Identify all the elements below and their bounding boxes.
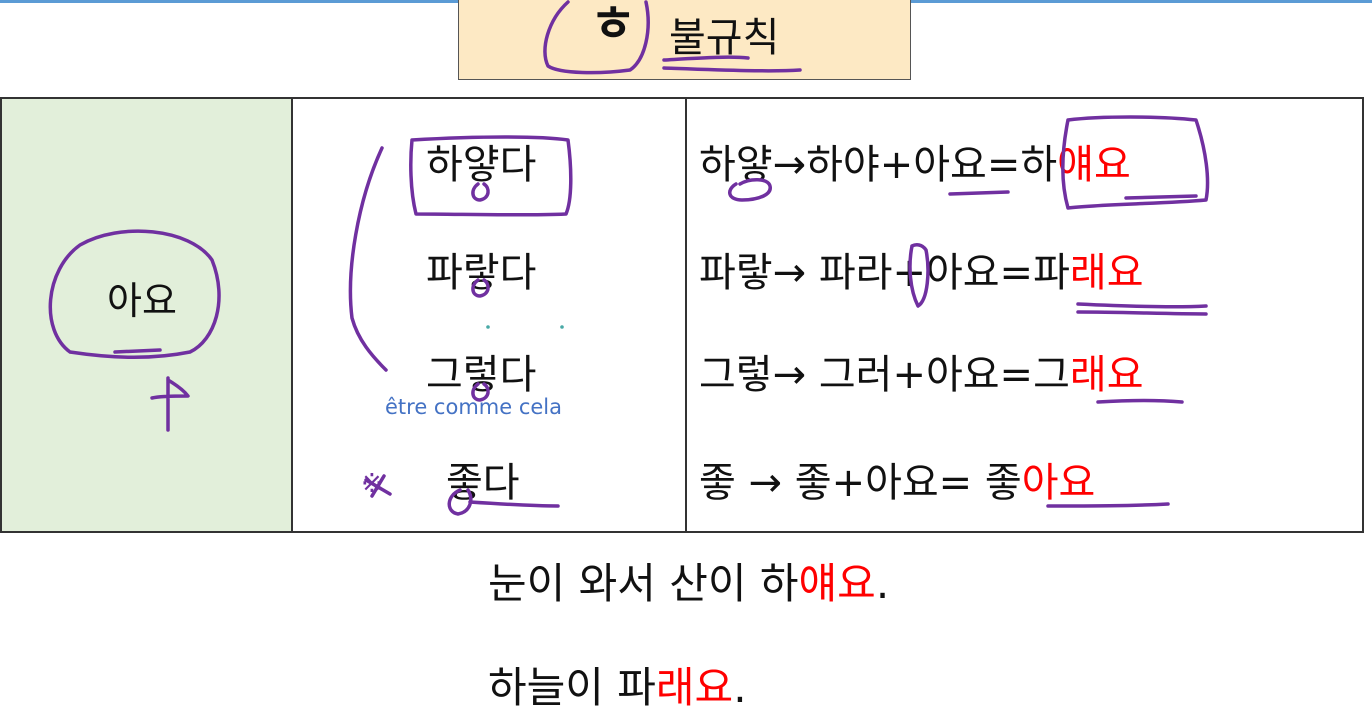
conversion-result-plain: 좋 (984, 460, 1022, 506)
conversion-step: 그러+아요= (818, 352, 1034, 398)
sentence-end: . (733, 663, 747, 712)
word-1: 하얗다 (426, 142, 537, 188)
sentence-end: . (875, 559, 890, 608)
conversion-row-1: 하얗→하야+아요=하얘요 (699, 139, 1131, 191)
sentence-plain: 눈이 와서 산이 하 (488, 559, 799, 608)
conversion-arrow: → (772, 250, 819, 296)
conversion-arrow: → (772, 352, 819, 398)
exception-mark: ※ (361, 469, 383, 499)
word-2: 파랗다 (426, 250, 537, 296)
conjugation-table: 아요 하얗다 파랗다 그렇다 être comme cela ※ 좋다 하얗→하… (0, 97, 1364, 533)
words-column: 하얗다 파랗다 그렇다 être comme cela ※ 좋다 (293, 99, 687, 531)
title-box: ㅎ 불규칙 (458, 0, 911, 80)
conversion-row-3: 그렇→ 그러+아요=그래요 (699, 349, 1144, 401)
ending-label: 아요 (107, 279, 177, 323)
conversion-result-plain: 파 (1033, 250, 1070, 296)
conversion-arrow: → (735, 460, 795, 506)
conversion-result-red: 얘요 (1057, 142, 1131, 188)
sentence-red: 얘요 (798, 559, 876, 608)
translation-note: être comme cela (385, 395, 562, 419)
sentence-red: 래요 (655, 663, 734, 712)
conversion-stem: 좋 (699, 460, 736, 506)
conversion-step: 좋+아요= (794, 460, 985, 506)
conversion-step: 하야+아요= (806, 142, 1021, 188)
title-text: 불규칙 (669, 15, 780, 61)
ending-column: 아요 (2, 99, 293, 531)
conversion-result-red: 아요 (1021, 460, 1096, 506)
conversion-result-red: 래요 (1069, 250, 1144, 296)
example-sentence-1: 눈이 와서 산이 하얘요. (488, 556, 889, 612)
conversion-stem: 하얗 (699, 142, 773, 188)
conversion-result-plain: 그 (1033, 352, 1070, 398)
conversion-stem: 파랗 (699, 250, 773, 296)
conversion-arrow: → (772, 142, 807, 188)
conversion-result-plain: 하 (1020, 142, 1058, 188)
conversion-step: 파라+아요= (818, 250, 1034, 296)
title-hieut: ㅎ (590, 0, 636, 53)
conversion-row-2: 파랗→ 파라+아요=파래요 (699, 247, 1144, 299)
conversion-row-4: 좋 → 좋+아요= 좋아요 (699, 457, 1095, 509)
example-sentence-2: 하늘이 파래요. (488, 660, 747, 716)
conversion-column: 하얗→하야+아요=하얘요 파랗→ 파라+아요=파래요 그렇→ 그러+아요=그래요… (687, 99, 1362, 531)
sentence-plain: 하늘이 파 (488, 663, 656, 712)
word-4: 좋다 (446, 460, 520, 506)
conversion-stem: 그렇 (699, 352, 773, 398)
conversion-result-red: 래요 (1069, 352, 1144, 398)
